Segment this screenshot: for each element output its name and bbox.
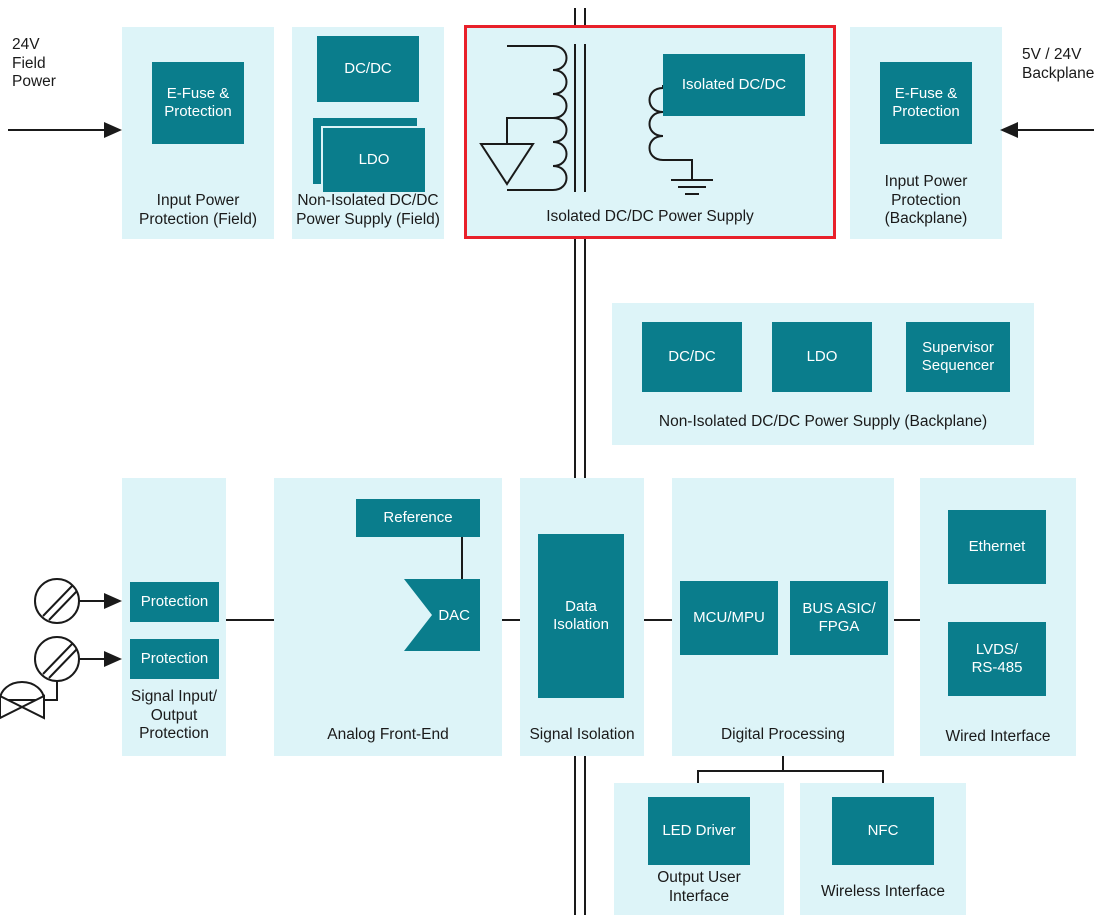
backplane-power-label: 5V / 24V Backplane	[1022, 46, 1095, 82]
block-ldo-backplane[interactable]: LDO	[772, 322, 872, 392]
panel-wireless-interface[interactable]: NFC Wireless Interface	[800, 783, 966, 915]
block-ldo-field[interactable]: LDO	[313, 118, 425, 192]
panel-isolated-dcdc-supply[interactable]: Isolated DC/DC Isolated DC/DC Power Supp…	[464, 25, 836, 239]
panel-non-isolated-supply-backplane[interactable]: DC/DC LDO Supervisor Sequencer Non-Isola…	[612, 303, 1034, 445]
block-lvds-rs485[interactable]: LVDS/ RS-485	[948, 622, 1046, 696]
block-dcdc-backplane[interactable]: DC/DC	[642, 322, 742, 392]
panel-non-isolated-supply-field[interactable]: DC/DC LDO Non-Isolated DC/DC Power Suppl…	[292, 27, 444, 239]
block-nfc[interactable]: NFC	[832, 797, 934, 865]
panel-caption-non-isolated-backplane: Non-Isolated DC/DC Power Supply (Backpla…	[658, 413, 988, 430]
block-data-isolation[interactable]: Data Isolation	[538, 534, 624, 698]
connector-afe-to-isolation	[502, 619, 522, 621]
block-dac[interactable]: DAC	[404, 579, 480, 651]
connector-reference-to-dac	[461, 537, 463, 579]
panel-caption-isolated-supply: Isolated DC/DC Power Supply	[546, 208, 754, 225]
panel-caption-input-power-field: Input Power Protection (Field)	[138, 192, 257, 228]
panel-caption-analog-front-end: Analog Front-End	[327, 726, 449, 743]
field-power-label: 24V Field Power	[12, 36, 56, 90]
block-e-fuse-protection-field[interactable]: E-Fuse & Protection	[152, 62, 244, 144]
panel-caption-input-power-backplane: Input Power Protection (Backplane)	[884, 173, 968, 227]
block-ethernet[interactable]: Ethernet	[948, 510, 1046, 584]
ldo-stack-front-layer: LDO	[321, 126, 425, 192]
block-reference[interactable]: Reference	[356, 499, 480, 537]
panel-caption-signal-isolation: Signal Isolation	[529, 726, 635, 743]
block-diagram-canvas: 24V Field Power E-Fuse & Protection Inpu…	[0, 0, 1100, 915]
block-led-driver[interactable]: LED Driver	[648, 797, 750, 865]
connector-digital-to-wired	[894, 619, 920, 621]
panel-digital-processing[interactable]: MCU/MPU BUS ASIC/ FPGA Digital Processin…	[672, 478, 894, 756]
panel-output-user-interface[interactable]: LED Driver Output User Interface	[614, 783, 784, 915]
panel-caption-signal-io-protection: Signal Input/ Output Protection	[130, 688, 218, 742]
block-protection-2[interactable]: Protection	[130, 639, 219, 679]
block-e-fuse-protection-backplane[interactable]: E-Fuse & Protection	[880, 62, 972, 144]
panel-caption-wireless-interface: Wireless Interface	[820, 883, 946, 900]
block-protection-1[interactable]: Protection	[130, 582, 219, 622]
panel-caption-wired-interface: Wired Interface	[945, 728, 1051, 745]
block-dcdc-field[interactable]: DC/DC	[317, 36, 419, 102]
block-mcu-mpu[interactable]: MCU/MPU	[680, 581, 778, 655]
panel-caption-output-user-interface: Output User Interface	[657, 869, 741, 905]
panel-input-power-protection-backplane[interactable]: E-Fuse & Protection Input Power Protecti…	[850, 27, 1002, 239]
connector-isolation-to-digital	[644, 619, 672, 621]
panel-analog-front-end[interactable]: Reference V/I V/I DAC Analog Front-End	[274, 478, 502, 756]
panel-input-power-protection-field[interactable]: E-Fuse & Protection Input Power Protecti…	[122, 27, 274, 239]
panel-signal-io-protection[interactable]: Protection Protection Signal Input/ Outp…	[122, 478, 226, 756]
block-bus-asic-fpga[interactable]: BUS ASIC/ FPGA	[790, 581, 888, 655]
block-supervisor-sequencer[interactable]: Supervisor Sequencer	[906, 322, 1010, 392]
connector-protection-to-afe	[226, 619, 274, 621]
panel-caption-digital-processing: Digital Processing	[720, 726, 846, 743]
panel-signal-isolation[interactable]: Data Isolation Signal Isolation	[520, 478, 644, 756]
panel-wired-interface[interactable]: Ethernet LVDS/ RS-485 Wired Interface	[920, 478, 1076, 756]
block-isolated-dcdc[interactable]: Isolated DC/DC	[663, 54, 805, 116]
panel-caption-non-isolated-field: Non-Isolated DC/DC Power Supply (Field)	[296, 192, 440, 228]
